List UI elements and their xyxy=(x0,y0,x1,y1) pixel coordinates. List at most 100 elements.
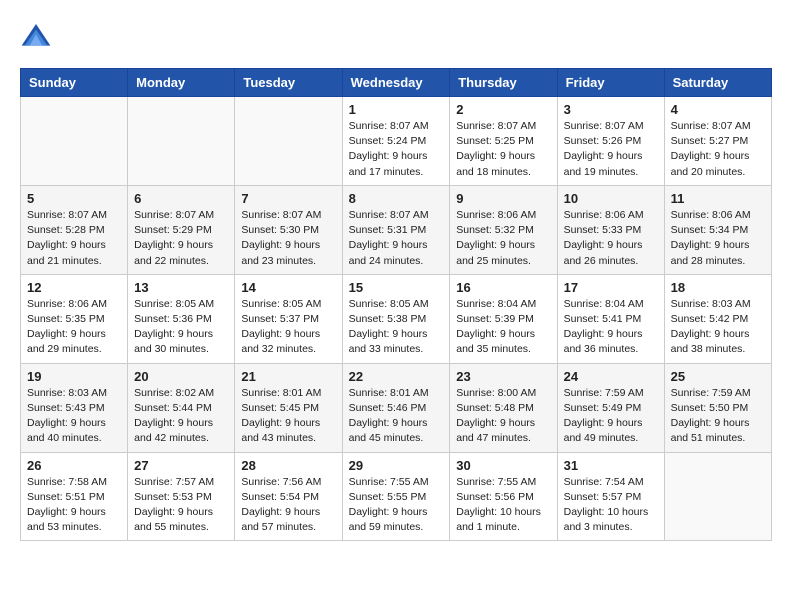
calendar-day-header: Saturday xyxy=(664,69,771,97)
calendar-day-cell: 22 Sunrise: 8:01 AM Sunset: 5:46 PM Dayli… xyxy=(342,363,450,452)
calendar-day-cell: 19 Sunrise: 8:03 AM Sunset: 5:43 PM Dayli… xyxy=(21,363,128,452)
day-info: Sunrise: 8:05 AM Sunset: 5:36 PM Dayligh… xyxy=(134,297,228,358)
day-info: Sunrise: 8:07 AM Sunset: 5:30 PM Dayligh… xyxy=(241,208,335,269)
day-number: 28 xyxy=(241,458,335,473)
calendar-day-cell xyxy=(235,97,342,186)
day-info: Sunrise: 8:06 AM Sunset: 5:35 PM Dayligh… xyxy=(27,297,121,358)
day-number: 31 xyxy=(564,458,658,473)
calendar-day-cell: 20 Sunrise: 8:02 AM Sunset: 5:44 PM Dayli… xyxy=(128,363,235,452)
calendar-day-cell: 26 Sunrise: 7:58 AM Sunset: 5:51 PM Dayli… xyxy=(21,452,128,541)
day-info: Sunrise: 8:05 AM Sunset: 5:37 PM Dayligh… xyxy=(241,297,335,358)
day-info: Sunrise: 8:07 AM Sunset: 5:31 PM Dayligh… xyxy=(349,208,444,269)
calendar-day-cell: 28 Sunrise: 7:56 AM Sunset: 5:54 PM Dayli… xyxy=(235,452,342,541)
day-number: 4 xyxy=(671,102,765,117)
calendar-day-cell: 29 Sunrise: 7:55 AM Sunset: 5:55 PM Dayli… xyxy=(342,452,450,541)
day-info: Sunrise: 8:06 AM Sunset: 5:32 PM Dayligh… xyxy=(456,208,550,269)
calendar-day-cell: 18 Sunrise: 8:03 AM Sunset: 5:42 PM Dayli… xyxy=(664,274,771,363)
calendar-day-cell: 6 Sunrise: 8:07 AM Sunset: 5:29 PM Daylig… xyxy=(128,185,235,274)
day-number: 3 xyxy=(564,102,658,117)
day-number: 14 xyxy=(241,280,335,295)
day-info: Sunrise: 7:57 AM Sunset: 5:53 PM Dayligh… xyxy=(134,475,228,536)
calendar-day-cell: 1 Sunrise: 8:07 AM Sunset: 5:24 PM Daylig… xyxy=(342,97,450,186)
day-number: 24 xyxy=(564,369,658,384)
day-number: 23 xyxy=(456,369,550,384)
logo-icon xyxy=(20,20,52,52)
day-number: 30 xyxy=(456,458,550,473)
calendar-week-row: 19 Sunrise: 8:03 AM Sunset: 5:43 PM Dayli… xyxy=(21,363,772,452)
calendar-day-cell: 27 Sunrise: 7:57 AM Sunset: 5:53 PM Dayli… xyxy=(128,452,235,541)
day-info: Sunrise: 7:56 AM Sunset: 5:54 PM Dayligh… xyxy=(241,475,335,536)
day-info: Sunrise: 7:55 AM Sunset: 5:56 PM Dayligh… xyxy=(456,475,550,536)
day-info: Sunrise: 7:59 AM Sunset: 5:49 PM Dayligh… xyxy=(564,386,658,447)
calendar-day-cell: 4 Sunrise: 8:07 AM Sunset: 5:27 PM Daylig… xyxy=(664,97,771,186)
day-number: 11 xyxy=(671,191,765,206)
calendar-day-cell: 23 Sunrise: 8:00 AM Sunset: 5:48 PM Dayli… xyxy=(450,363,557,452)
calendar-day-header: Sunday xyxy=(21,69,128,97)
calendar-week-row: 12 Sunrise: 8:06 AM Sunset: 5:35 PM Dayli… xyxy=(21,274,772,363)
day-number: 17 xyxy=(564,280,658,295)
page-header xyxy=(20,20,772,52)
day-number: 20 xyxy=(134,369,228,384)
day-info: Sunrise: 8:06 AM Sunset: 5:34 PM Dayligh… xyxy=(671,208,765,269)
calendar-day-cell: 15 Sunrise: 8:05 AM Sunset: 5:38 PM Dayli… xyxy=(342,274,450,363)
day-info: Sunrise: 8:03 AM Sunset: 5:42 PM Dayligh… xyxy=(671,297,765,358)
day-number: 26 xyxy=(27,458,121,473)
day-number: 22 xyxy=(349,369,444,384)
day-info: Sunrise: 8:07 AM Sunset: 5:26 PM Dayligh… xyxy=(564,119,658,180)
calendar-day-cell: 11 Sunrise: 8:06 AM Sunset: 5:34 PM Dayli… xyxy=(664,185,771,274)
day-info: Sunrise: 8:04 AM Sunset: 5:39 PM Dayligh… xyxy=(456,297,550,358)
day-info: Sunrise: 8:07 AM Sunset: 5:27 PM Dayligh… xyxy=(671,119,765,180)
day-info: Sunrise: 8:03 AM Sunset: 5:43 PM Dayligh… xyxy=(27,386,121,447)
day-number: 7 xyxy=(241,191,335,206)
day-number: 1 xyxy=(349,102,444,117)
calendar-day-cell: 12 Sunrise: 8:06 AM Sunset: 5:35 PM Dayli… xyxy=(21,274,128,363)
calendar-day-cell: 3 Sunrise: 8:07 AM Sunset: 5:26 PM Daylig… xyxy=(557,97,664,186)
day-info: Sunrise: 7:58 AM Sunset: 5:51 PM Dayligh… xyxy=(27,475,121,536)
day-number: 9 xyxy=(456,191,550,206)
day-info: Sunrise: 8:07 AM Sunset: 5:28 PM Dayligh… xyxy=(27,208,121,269)
day-number: 25 xyxy=(671,369,765,384)
day-info: Sunrise: 7:55 AM Sunset: 5:55 PM Dayligh… xyxy=(349,475,444,536)
calendar-day-cell: 8Sunrise: 8:07 AM Sunset: 5:31 PM Daylig… xyxy=(342,185,450,274)
day-number: 15 xyxy=(349,280,444,295)
day-info: Sunrise: 8:05 AM Sunset: 5:38 PM Dayligh… xyxy=(349,297,444,358)
calendar-day-header: Monday xyxy=(128,69,235,97)
day-number: 12 xyxy=(27,280,121,295)
day-info: Sunrise: 8:02 AM Sunset: 5:44 PM Dayligh… xyxy=(134,386,228,447)
calendar-day-cell: 14 Sunrise: 8:05 AM Sunset: 5:37 PM Dayli… xyxy=(235,274,342,363)
day-number: 2 xyxy=(456,102,550,117)
calendar-day-cell: 13 Sunrise: 8:05 AM Sunset: 5:36 PM Dayli… xyxy=(128,274,235,363)
calendar-week-row: 26 Sunrise: 7:58 AM Sunset: 5:51 PM Dayli… xyxy=(21,452,772,541)
day-number: 6 xyxy=(134,191,228,206)
day-info: Sunrise: 8:04 AM Sunset: 5:41 PM Dayligh… xyxy=(564,297,658,358)
day-info: Sunrise: 8:01 AM Sunset: 5:46 PM Dayligh… xyxy=(349,386,444,447)
calendar-day-cell: 9 Sunrise: 8:06 AM Sunset: 5:32 PM Daylig… xyxy=(450,185,557,274)
calendar-day-cell: 16 Sunrise: 8:04 AM Sunset: 5:39 PM Dayli… xyxy=(450,274,557,363)
calendar-day-header: Wednesday xyxy=(342,69,450,97)
day-number: 16 xyxy=(456,280,550,295)
calendar-day-cell: 5Sunrise: 8:07 AM Sunset: 5:28 PM Daylig… xyxy=(21,185,128,274)
day-info: Sunrise: 8:07 AM Sunset: 5:25 PM Dayligh… xyxy=(456,119,550,180)
day-info: Sunrise: 7:54 AM Sunset: 5:57 PM Dayligh… xyxy=(564,475,658,536)
calendar-day-cell xyxy=(21,97,128,186)
day-number: 13 xyxy=(134,280,228,295)
day-info: Sunrise: 7:59 AM Sunset: 5:50 PM Dayligh… xyxy=(671,386,765,447)
day-number: 19 xyxy=(27,369,121,384)
day-number: 21 xyxy=(241,369,335,384)
calendar-day-cell: 7 Sunrise: 8:07 AM Sunset: 5:30 PM Daylig… xyxy=(235,185,342,274)
calendar-day-cell: 31 Sunrise: 7:54 AM Sunset: 5:57 PM Dayli… xyxy=(557,452,664,541)
day-number: 18 xyxy=(671,280,765,295)
day-number: 27 xyxy=(134,458,228,473)
day-info: Sunrise: 8:07 AM Sunset: 5:24 PM Dayligh… xyxy=(349,119,444,180)
calendar-day-cell: 17 Sunrise: 8:04 AM Sunset: 5:41 PM Dayli… xyxy=(557,274,664,363)
calendar-week-row: 5Sunrise: 8:07 AM Sunset: 5:28 PM Daylig… xyxy=(21,185,772,274)
logo xyxy=(20,20,56,52)
calendar-week-row: 1 Sunrise: 8:07 AM Sunset: 5:24 PM Daylig… xyxy=(21,97,772,186)
day-info: Sunrise: 8:00 AM Sunset: 5:48 PM Dayligh… xyxy=(456,386,550,447)
day-info: Sunrise: 8:07 AM Sunset: 5:29 PM Dayligh… xyxy=(134,208,228,269)
calendar-day-cell: 24 Sunrise: 7:59 AM Sunset: 5:49 PM Dayli… xyxy=(557,363,664,452)
day-number: 29 xyxy=(349,458,444,473)
calendar-day-cell: 30 Sunrise: 7:55 AM Sunset: 5:56 PM Dayli… xyxy=(450,452,557,541)
calendar-table: SundayMondayTuesdayWednesdayThursdayFrid… xyxy=(20,68,772,541)
calendar-day-cell xyxy=(128,97,235,186)
